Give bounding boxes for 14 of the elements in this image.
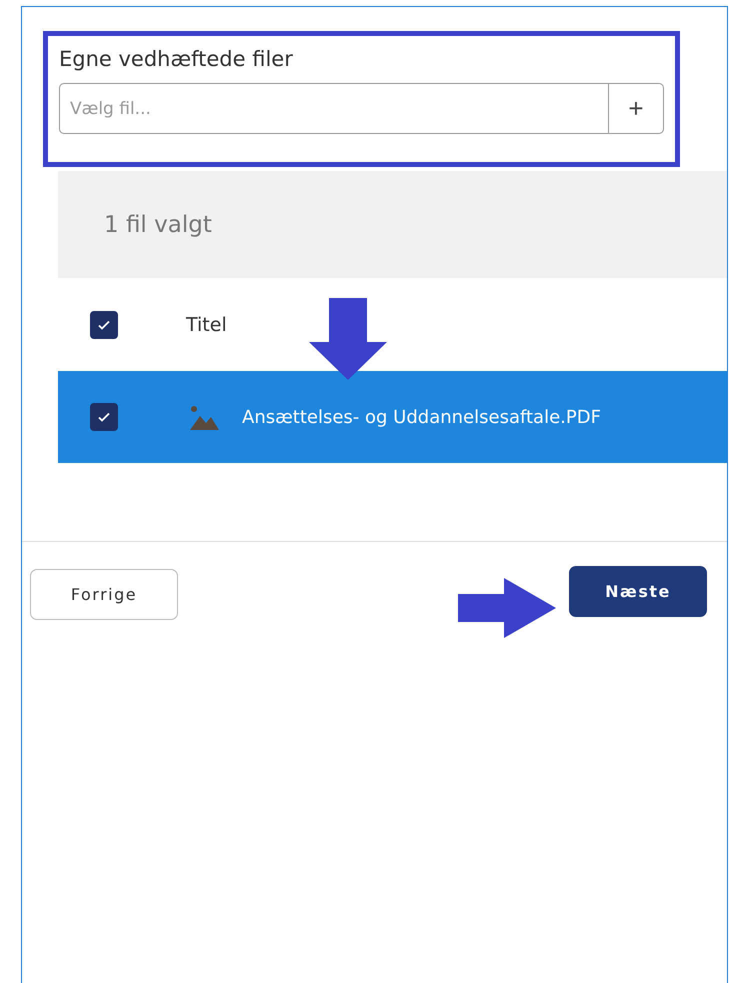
arrow-right-icon [458, 578, 556, 638]
file-input-field[interactable]: Vælg fil... [59, 83, 608, 134]
checkbox[interactable] [90, 403, 118, 431]
previous-button[interactable]: Forrige [30, 569, 178, 620]
checkbox[interactable] [90, 310, 118, 338]
next-button[interactable]: Næste [569, 566, 707, 617]
column-header: Titel [186, 314, 227, 336]
image-icon [188, 403, 220, 431]
arrow-down-icon [309, 298, 387, 380]
add-button[interactable]: + [608, 83, 664, 134]
selection-summary: 1 fil valgt [104, 212, 212, 238]
file-row[interactable]: Ansættelses- og Uddannelsesaftale.PDF [58, 371, 727, 463]
section-title: Egne vedhæftede filer [59, 47, 294, 71]
file-name: Ansættelses- og Uddannelsesaftale.PDF [242, 406, 601, 428]
